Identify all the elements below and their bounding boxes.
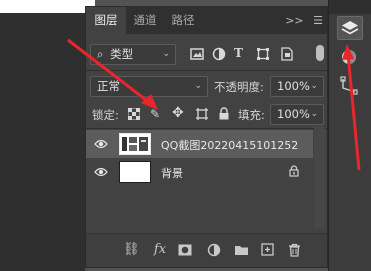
tab-channels[interactable]: 通道 — [126, 7, 164, 34]
layer-thumbnail — [119, 133, 151, 155]
lock-position-icon[interactable]: ✥ — [172, 106, 184, 120]
mask-icon[interactable] — [178, 244, 194, 256]
smart-object-filter-icon[interactable] — [280, 47, 294, 61]
dock-header — [329, 0, 371, 14]
screenshot-thumbnail-image — [122, 137, 148, 151]
pen-path-icon — [340, 76, 358, 95]
layer-filter-dropdown[interactable]: ⌕ 类型 ⌄ — [90, 44, 176, 65]
tab-layers[interactable]: 图层 — [86, 7, 126, 34]
chevron-down-icon: ⌄ — [310, 81, 318, 91]
lock-transparent-pixels-icon[interactable] — [128, 108, 140, 120]
search-icon: ⌕ — [97, 47, 104, 61]
adjustment-layer-filter-icon[interactable] — [212, 47, 226, 61]
panel-menu-button[interactable]: >> ☰ — [285, 7, 323, 34]
type-layer-filter-icon[interactable]: T — [234, 46, 243, 60]
layer-row[interactable]: QQ截图20220415101252 — [86, 130, 313, 158]
new-layer-icon[interactable] — [261, 243, 277, 256]
layers-stack-icon — [341, 21, 359, 35]
dock-layers-button[interactable] — [337, 16, 363, 40]
link-icon[interactable]: ⛓ — [123, 243, 140, 257]
layers-scrollbar-track[interactable] — [314, 126, 325, 228]
adjustments-circle-icon — [342, 50, 356, 64]
dock-adjustments-button[interactable] — [337, 46, 363, 70]
lock-label: 锁定: — [92, 108, 119, 122]
fill-value: 100% — [277, 107, 310, 121]
pixel-layer-filter-icon[interactable] — [190, 47, 204, 61]
dock-paths-button[interactable] — [337, 74, 363, 98]
prevent-auto-nesting-icon[interactable] — [195, 107, 209, 121]
opacity-value: 100% — [277, 79, 310, 93]
layers-panel: 图层 通道 路径 >> ☰ ⌕ 类型 ⌄ T 正常 ⌄ 不透明度: 100% ⌄… — [85, 6, 328, 268]
blend-mode-value: 正常 — [97, 79, 120, 93]
chevron-down-icon: ⌄ — [194, 81, 202, 91]
blend-mode-dropdown[interactable]: 正常 ⌄ — [90, 76, 208, 97]
divider — [86, 128, 327, 129]
fx-icon[interactable]: fx — [152, 243, 168, 257]
canvas-white-area — [0, 0, 95, 13]
layer-row[interactable]: 背景 — [86, 158, 313, 186]
lock-all-icon[interactable] — [218, 107, 230, 120]
adjustment-icon[interactable] — [207, 243, 223, 257]
layers-bottom-toolbar: ⛓ fx — [86, 233, 327, 267]
layer-lock-icon[interactable] — [289, 165, 299, 177]
divider — [86, 70, 327, 71]
fill-label: 填充: — [238, 108, 265, 122]
folder-icon[interactable] — [234, 244, 250, 256]
visibility-eye-icon[interactable] — [94, 166, 108, 178]
visibility-eye-icon[interactable] — [94, 138, 108, 150]
canvas-dark-area — [0, 13, 85, 271]
lock-image-pixels-icon[interactable]: ✎ — [150, 107, 160, 121]
tab-paths[interactable]: 路径 — [164, 7, 202, 34]
chevron-down-icon: ⌄ — [310, 109, 318, 119]
trash-icon[interactable] — [288, 243, 304, 257]
layer-name[interactable]: 背景 — [161, 165, 183, 181]
hamburger-menu-icon[interactable]: ☰ — [313, 14, 323, 27]
chevron-down-icon: ⌄ — [162, 49, 170, 59]
opacity-field[interactable]: 100% ⌄ — [270, 76, 324, 97]
tab-overflow[interactable]: >> — [285, 14, 303, 27]
layer-name[interactable]: QQ截图20220415101252 — [161, 137, 298, 153]
filter-toggle-switch[interactable] — [316, 45, 324, 61]
filter-type-label: 类型 — [110, 47, 134, 61]
panel-dock — [328, 0, 371, 271]
layer-thumbnail — [119, 161, 151, 183]
fill-field[interactable]: 100% ⌄ — [270, 104, 324, 125]
opacity-label: 不透明度: — [214, 80, 264, 94]
panel-tab-bar: 图层 通道 路径 >> ☰ — [86, 7, 327, 34]
shape-layer-filter-icon[interactable] — [256, 47, 270, 61]
